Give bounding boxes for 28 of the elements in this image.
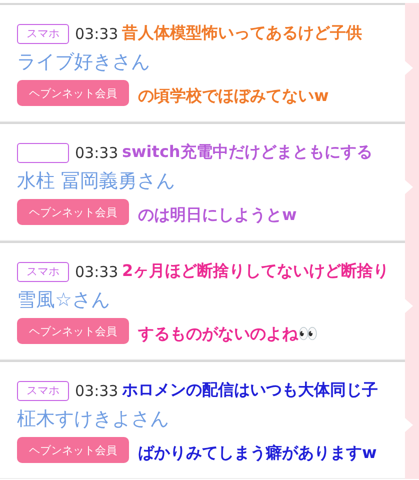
caption-text: 昔人体模型怖いってあるけど子供: [122, 22, 362, 44]
tag-outline: [17, 143, 69, 163]
device-tag: スマホ: [17, 262, 69, 282]
caption-text: ホロメンの配信はいつも大体同じ子: [122, 379, 378, 401]
caption-text: 2ヶ月ほど断捨りしてないけど断捨り: [122, 260, 390, 282]
caption-text: するものがないのよね👀: [138, 323, 318, 345]
member-button[interactable]: ヘブンネット会員: [17, 199, 129, 225]
device-tag: スマホ: [17, 381, 69, 401]
device-tag: スマホ: [17, 24, 69, 44]
post-time: 03:33: [75, 382, 118, 400]
user-name[interactable]: 水柱 冨岡義勇さん: [17, 169, 405, 193]
member-button[interactable]: ヘブンネット会員: [17, 437, 129, 463]
pointer-mark: [405, 61, 413, 75]
post-time: 03:33: [75, 25, 118, 43]
post-time: 03:33: [75, 263, 118, 281]
caption-text: のは明日にしようとw: [138, 204, 297, 226]
pointer-mark: [405, 299, 413, 313]
user-name[interactable]: 雪風☆さん: [17, 288, 405, 312]
pointer-mark: [405, 418, 413, 432]
pointer-mark: [405, 180, 413, 194]
member-button[interactable]: ヘブンネット会員: [17, 318, 129, 344]
user-name[interactable]: 柾木すけきよさん: [17, 407, 405, 431]
caption-text: switch充電中だけどまともにする: [122, 141, 372, 163]
caption-text: ばかりみてしまう癖がありますw: [138, 442, 377, 464]
post-time: 03:33: [75, 144, 118, 162]
caption-text: の頃学校でほぼみてないw: [138, 85, 329, 107]
user-name[interactable]: ライブ好きさん: [17, 50, 405, 74]
member-button[interactable]: ヘブンネット会員: [17, 80, 129, 106]
